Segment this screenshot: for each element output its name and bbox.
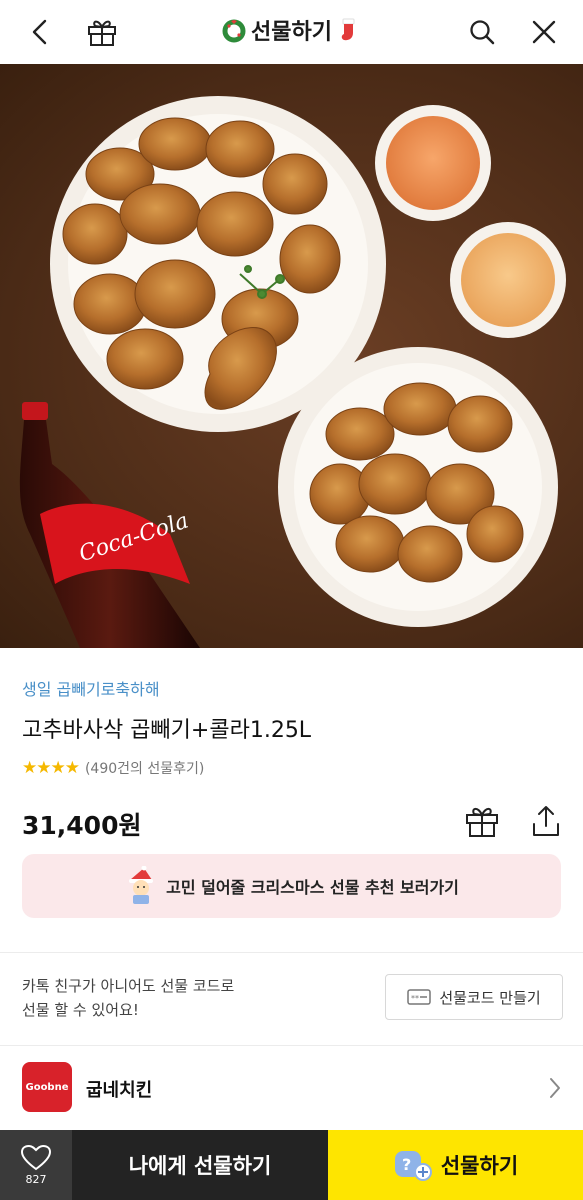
gift-to-self-button[interactable]: 나에게 선물하기 xyxy=(72,1130,328,1200)
divider xyxy=(0,952,583,953)
wish-button[interactable]: 827 xyxy=(0,1130,72,1200)
send-gift-label: 선물하기 xyxy=(440,1154,519,1178)
create-gift-code-label: 선물코드 만들기 xyxy=(439,988,541,1007)
search-button[interactable] xyxy=(462,12,502,52)
code-card-icon: ** xyxy=(407,989,432,1005)
product-info: 생일 곱빼기로축하해 고추바사삭 곱빼기+콜라1.25L ★★★★ (490건의… xyxy=(22,676,562,778)
top-bar: 선물하기 xyxy=(0,0,583,64)
close-button[interactable] xyxy=(524,12,564,52)
brand-logo-text: Goobne xyxy=(25,1081,69,1093)
add-friend-gift-icon: ? xyxy=(394,1151,432,1181)
close-icon xyxy=(532,20,556,44)
gift-code-description: 카톡 친구가 아니어도 선물 코드로 선물 할 수 있어요! xyxy=(22,974,322,1022)
brand-name: 굽네치킨 xyxy=(86,1080,153,1101)
svg-text:?: ? xyxy=(402,1155,411,1174)
brand-logo: Goobne xyxy=(22,1062,72,1112)
gift-wrap-button[interactable] xyxy=(464,804,500,842)
bottom-action-bar: 827 나에게 선물하기 ? 선물하기 xyxy=(0,1130,583,1200)
promo-text: 고민 덜어줄 크리스마스 선물 추천 보러가기 xyxy=(166,878,459,897)
page-title-text: 선물하기 xyxy=(251,20,332,45)
rating-row[interactable]: ★★★★ (490건의 선물후기) xyxy=(22,758,562,778)
heart-icon xyxy=(21,1144,51,1170)
svg-text:**: ** xyxy=(411,994,419,1003)
santa-character-icon xyxy=(129,866,154,904)
share-icon xyxy=(533,806,559,836)
chevron-right-icon xyxy=(550,1078,560,1098)
gift-to-self-label: 나에게 선물하기 xyxy=(128,1154,272,1178)
gift-code-line-1: 카톡 친구가 아니어도 선물 코드로 xyxy=(22,977,235,995)
rating-stars: ★★★★ xyxy=(22,758,80,778)
gift-icon xyxy=(466,807,498,837)
wreath-icon xyxy=(221,17,247,43)
wish-count: 827 xyxy=(25,1172,47,1186)
brand-row[interactable]: Goobne 굽네치킨 xyxy=(0,1046,583,1130)
price-actions xyxy=(464,804,562,842)
share-button[interactable] xyxy=(530,804,562,842)
product-name: 고추바사삭 곱빼기+콜라1.25L xyxy=(22,718,312,743)
product-photo-illustration: Coca-Cola xyxy=(19,96,566,648)
gift-code-line-2: 선물 할 수 있어요! xyxy=(22,1001,139,1019)
cola-bottle: Coca-Cola xyxy=(19,402,201,648)
search-icon xyxy=(470,20,495,45)
review-count: (490건의 선물후기) xyxy=(84,761,205,777)
christmas-promo-banner[interactable]: 고민 덜어줄 크리스마스 선물 추천 보러가기 xyxy=(22,854,561,918)
create-gift-code-button[interactable]: ** 선물코드 만들기 xyxy=(385,974,563,1020)
product-image: Coca-Cola xyxy=(0,64,583,648)
product-tag[interactable]: 생일 곱빼기로축하해 xyxy=(22,676,562,700)
product-price: 31,400원 xyxy=(22,811,142,840)
stocking-icon xyxy=(336,17,362,43)
send-gift-button[interactable]: ? 선물하기 xyxy=(328,1130,583,1200)
